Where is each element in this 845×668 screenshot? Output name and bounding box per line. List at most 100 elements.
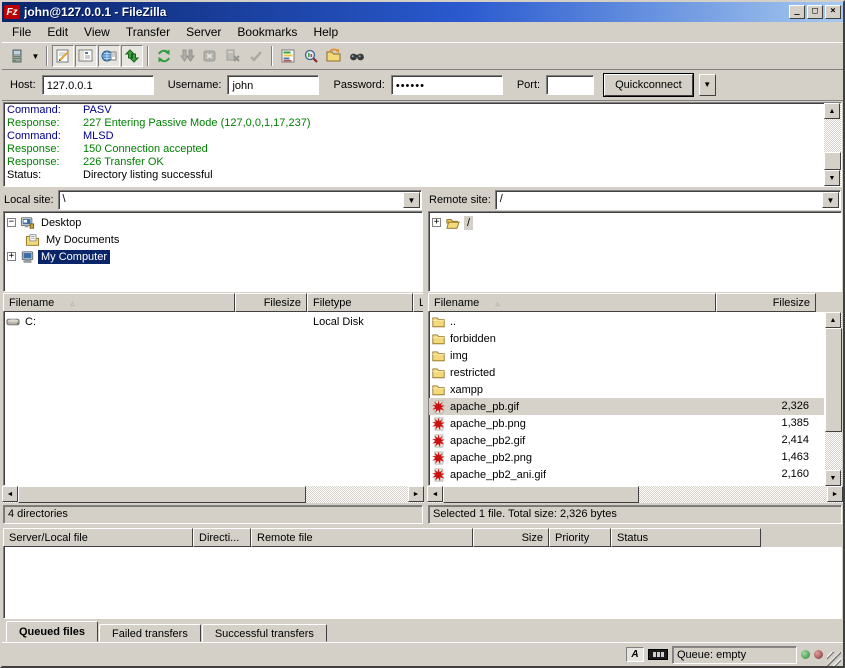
queue-column-header[interactable]: Priority	[549, 528, 611, 547]
local-tree: − Desktop My Documents +	[3, 211, 423, 292]
column-header[interactable]: Filename	[3, 293, 235, 312]
toggle-message-log-icon[interactable]	[52, 45, 74, 67]
disconnect-icon[interactable]	[222, 45, 244, 67]
expand-icon[interactable]: +	[432, 218, 441, 227]
site-manager-icon[interactable]	[6, 45, 28, 67]
scrollbar-thumb[interactable]	[18, 486, 306, 503]
queue-tab[interactable]: Failed transfers	[99, 624, 201, 642]
folder-icon	[431, 366, 446, 379]
process-queue-icon[interactable]	[176, 45, 198, 67]
column-header[interactable]: Filesize	[716, 293, 816, 312]
remote-file-row[interactable]: apache_pb.gif 2,326	[429, 398, 824, 415]
expand-icon[interactable]: +	[7, 252, 16, 261]
remote-tree: + /	[428, 211, 842, 292]
local-site-bar: Local site: \ ▼	[2, 190, 424, 211]
toggle-remote-tree-icon[interactable]	[98, 45, 120, 67]
resize-grip[interactable]	[827, 652, 841, 666]
local-horizontal-scrollbar[interactable]: ◄ ►	[2, 486, 424, 503]
filter-icon[interactable]	[277, 45, 299, 67]
close-button[interactable]: ×	[825, 5, 841, 19]
menu-item[interactable]: Bookmarks	[229, 23, 305, 41]
quickconnect-dropdown-icon[interactable]: ▼	[699, 74, 716, 96]
tree-node-root[interactable]: + /	[432, 214, 841, 231]
queue-column-header[interactable]: Size	[473, 528, 549, 547]
speed-limits-icon[interactable]	[648, 649, 668, 660]
folder-icon	[431, 332, 446, 345]
scroll-right-icon[interactable]: ►	[408, 486, 424, 502]
queue-column-header[interactable]: Remote file	[251, 528, 473, 547]
log-line: Response: 227 Entering Passive Mode (127…	[7, 117, 824, 130]
queue-column-header[interactable]: Status	[611, 528, 761, 547]
remote-file-row[interactable]: ..	[429, 313, 824, 330]
menu-item[interactable]: Edit	[39, 23, 76, 41]
toggle-queue-icon[interactable]	[121, 45, 143, 67]
menu-item[interactable]: View	[76, 23, 118, 41]
scroll-right-icon[interactable]: ►	[827, 486, 843, 502]
scrollbar-thumb[interactable]	[443, 486, 639, 503]
minimize-button[interactable]: _	[789, 5, 805, 19]
username-input[interactable]	[227, 75, 319, 95]
scrollbar-thumb[interactable]	[824, 152, 841, 170]
column-header[interactable]: L	[413, 293, 423, 312]
remote-status-text: Selected 1 file. Total size: 2,326 bytes	[428, 505, 842, 524]
menu-item[interactable]: Transfer	[118, 23, 178, 41]
filezilla-window: Fz john@127.0.0.1 - FileZilla _ □ × File…	[0, 0, 845, 668]
scroll-left-icon[interactable]: ◄	[427, 486, 443, 502]
remote-file-row[interactable]: forbidden	[429, 330, 824, 347]
reconnect-icon[interactable]	[245, 45, 267, 67]
remote-file-row[interactable]: restricted	[429, 364, 824, 381]
activity-led-red-icon	[814, 650, 823, 659]
scroll-up-icon[interactable]: ▲	[825, 312, 841, 328]
port-input[interactable]	[546, 75, 594, 95]
remote-file-row[interactable]: img	[429, 347, 824, 364]
remote-vertical-scrollbar[interactable]: ▲ ▼	[825, 312, 842, 486]
local-file-row[interactable]: C: Local Disk	[4, 313, 422, 330]
log-scrollbar[interactable]: ▲ ▼	[824, 103, 841, 186]
remote-file-row[interactable]: apache_pb.png 1,385	[429, 415, 824, 432]
column-header[interactable]: Filename	[428, 293, 716, 312]
remote-file-row[interactable]: apache_pb2.gif 2,414	[429, 432, 824, 449]
scroll-up-icon[interactable]: ▲	[824, 103, 840, 119]
queue-column-header[interactable]: Server/Local file	[3, 528, 193, 547]
chevron-down-icon[interactable]: ▼	[822, 192, 839, 208]
remote-file-row[interactable]: apache_pb2_ani.gif 2,160	[429, 466, 824, 483]
remote-horizontal-scrollbar[interactable]: ◄ ►	[427, 486, 843, 503]
cancel-operation-icon[interactable]	[199, 45, 221, 67]
scroll-down-icon[interactable]: ▼	[824, 170, 840, 186]
log-line: Response: 150 Connection accepted	[7, 143, 824, 156]
toggle-local-tree-icon[interactable]	[75, 45, 97, 67]
directory-comparison-icon[interactable]	[300, 45, 322, 67]
synchronized-browsing-icon[interactable]	[323, 45, 345, 67]
remote-file-row[interactable]: xampp	[429, 381, 824, 398]
scroll-down-icon[interactable]: ▼	[825, 470, 841, 486]
password-input[interactable]	[391, 75, 503, 95]
menubar: FileEditViewTransferServerBookmarksHelp	[2, 22, 843, 43]
site-manager-dropdown-icon[interactable]: ▼	[29, 45, 42, 67]
queue-tab[interactable]: Queued files	[6, 621, 98, 642]
menu-item[interactable]: Help	[305, 23, 346, 41]
queue-list[interactable]	[3, 547, 842, 619]
remote-file-row[interactable]: apache_pb2.png 1,463	[429, 449, 824, 466]
refresh-icon[interactable]	[153, 45, 175, 67]
queue-column-header[interactable]: Directi...	[193, 528, 251, 547]
chevron-down-icon[interactable]: ▼	[403, 192, 420, 208]
scrollbar-thumb[interactable]	[825, 328, 842, 432]
collapse-icon[interactable]: −	[7, 218, 16, 227]
find-files-icon[interactable]	[346, 45, 368, 67]
scroll-left-icon[interactable]: ◄	[2, 486, 18, 502]
queue-tab[interactable]: Successful transfers	[202, 624, 327, 642]
activity-led-green-icon	[801, 650, 810, 659]
tree-node-my-computer[interactable]: + My Computer	[7, 248, 422, 265]
column-header[interactable]: Filetype	[307, 293, 413, 312]
local-site-combo[interactable]: \ ▼	[58, 190, 422, 210]
tree-node-my-documents[interactable]: My Documents	[7, 231, 422, 248]
column-header[interactable]: Filesize	[235, 293, 307, 312]
image-file-icon	[431, 434, 446, 448]
remote-site-combo[interactable]: / ▼	[495, 190, 841, 210]
quickconnect-button[interactable]: Quickconnect	[604, 74, 693, 96]
menu-item[interactable]: Server	[178, 23, 229, 41]
maximize-button[interactable]: □	[807, 5, 823, 19]
tree-node-desktop[interactable]: − Desktop	[7, 214, 422, 231]
host-input[interactable]	[42, 75, 154, 95]
menu-item[interactable]: File	[4, 23, 39, 41]
